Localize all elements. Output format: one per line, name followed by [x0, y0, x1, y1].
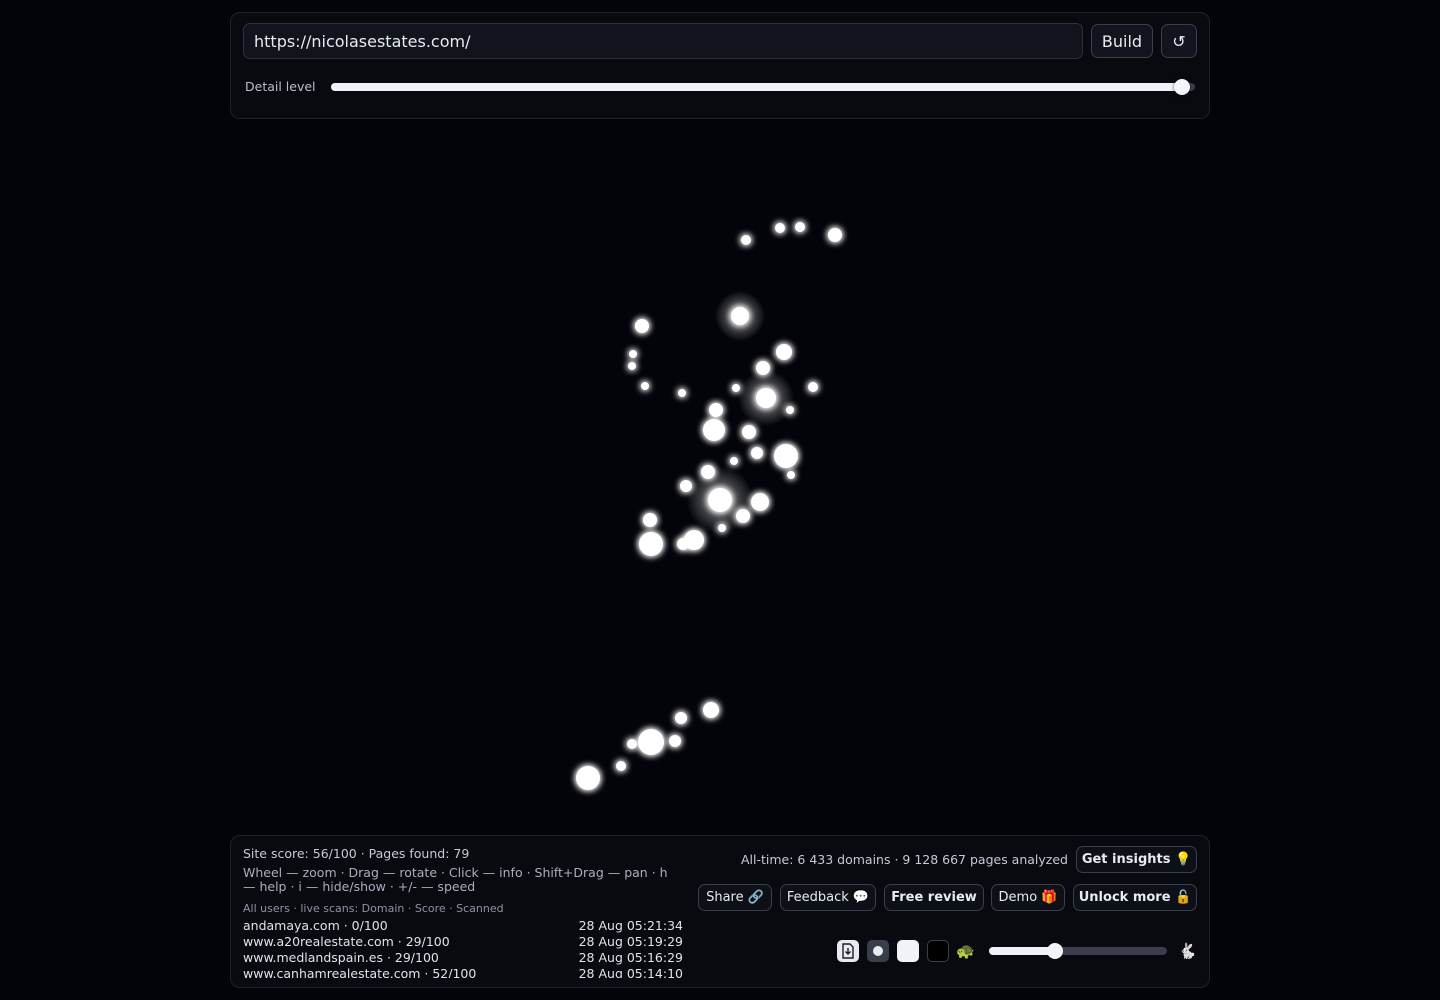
graph-nodes[interactable]	[576, 222, 842, 790]
graph-node[interactable]	[731, 307, 749, 325]
graph-node[interactable]	[616, 761, 626, 771]
scan-time: 28 Aug 05:14:10	[578, 966, 683, 978]
dot-size-small-icon[interactable]	[867, 940, 889, 962]
scan-time: 28 Aug 05:19:29	[578, 934, 683, 949]
graph-node[interactable]	[736, 509, 750, 523]
graph-node[interactable]	[669, 735, 681, 747]
scan-time: 28 Aug 05:21:34	[578, 918, 683, 933]
graph-node[interactable]	[576, 766, 600, 790]
detail-level-fill	[331, 83, 1183, 91]
turtle-icon: 🐢	[956, 942, 975, 960]
speed-slider[interactable]	[989, 943, 1167, 959]
graph-node[interactable]	[635, 319, 649, 333]
graph-node[interactable]	[708, 488, 732, 512]
theme-light-icon[interactable]	[897, 940, 919, 962]
graph-node[interactable]	[641, 382, 649, 390]
scan-domain: www.medlandspain.es · 29/100	[243, 950, 439, 965]
graph-node[interactable]	[718, 524, 726, 532]
rabbit-icon: 🐇	[1178, 942, 1197, 960]
speed-fill	[989, 947, 1055, 955]
bottom-panel: Site score: 56/100 · Pages found: 79 Whe…	[230, 835, 1210, 988]
graph-node[interactable]	[808, 382, 818, 392]
get-insights-button[interactable]: Get insights 💡	[1076, 846, 1197, 873]
speed-thumb[interactable]	[1046, 943, 1063, 959]
graph-node[interactable]	[828, 228, 842, 242]
reload-button[interactable]: ↺	[1161, 24, 1197, 58]
share-button[interactable]: Share 🔗	[698, 884, 772, 911]
live-scans-header: All users · live scans: Domain · Score ·…	[243, 902, 504, 915]
graph-node[interactable]	[627, 739, 637, 749]
graph-node[interactable]	[751, 493, 769, 511]
graph-node[interactable]	[751, 447, 763, 459]
alltime-stats: All-time: 6 433 domains · 9 128 667 page…	[740, 852, 1068, 867]
detail-level-label: Detail level	[245, 79, 316, 94]
graph-node[interactable]	[675, 712, 687, 724]
graph-node[interactable]	[787, 471, 795, 479]
scan-row[interactable]: www.a20realestate.com · 29/100 28 Aug 05…	[243, 934, 683, 950]
graph-node[interactable]	[709, 403, 723, 417]
help-text: Wheel — zoom · Drag — rotate · Click — i…	[243, 865, 668, 894]
free-review-button[interactable]: Free review	[884, 884, 984, 911]
reload-icon: ↺	[1172, 31, 1186, 51]
graph-node[interactable]	[742, 425, 756, 439]
top-panel: Build ↺ Detail level	[230, 12, 1210, 119]
graph-node[interactable]	[776, 344, 792, 360]
graph-node[interactable]	[775, 223, 785, 233]
unlock-more-button[interactable]: Unlock more 🔓	[1073, 884, 1197, 911]
scan-time: 28 Aug 05:16:29	[578, 950, 683, 965]
theme-dark-icon[interactable]	[927, 940, 949, 962]
graph-node[interactable]	[677, 538, 689, 550]
graph-node[interactable]	[756, 388, 776, 408]
scan-domain: www.a20realestate.com · 29/100	[243, 934, 450, 949]
download-icon[interactable]	[837, 940, 859, 962]
scan-row[interactable]: andamaya.com · 0/100 28 Aug 05:21:34	[243, 918, 683, 934]
url-input[interactable]	[243, 23, 1083, 59]
graph-node[interactable]	[774, 444, 798, 468]
detail-level-thumb[interactable]	[1174, 79, 1191, 95]
detail-level-slider[interactable]	[331, 79, 1195, 95]
graph-node[interactable]	[639, 532, 663, 556]
graph-node[interactable]	[638, 729, 664, 755]
scan-domain: www.canhamrealestate.com · 52/100	[243, 966, 477, 978]
graph-node[interactable]	[741, 235, 751, 245]
graph-node[interactable]	[628, 362, 636, 370]
scan-domain: andamaya.com · 0/100	[243, 918, 388, 933]
scan-row[interactable]: www.canhamrealestate.com · 52/100 28 Aug…	[243, 966, 683, 978]
graph-node[interactable]	[732, 384, 740, 392]
graph-node[interactable]	[795, 222, 805, 232]
live-scans-list: andamaya.com · 0/100 28 Aug 05:21:34 www…	[243, 918, 683, 978]
graph-node[interactable]	[703, 419, 725, 441]
graph-node[interactable]	[786, 406, 794, 414]
feedback-button[interactable]: Feedback 💬	[780, 884, 876, 911]
site-graph[interactable]	[230, 130, 1210, 830]
graph-node[interactable]	[678, 389, 686, 397]
scan-row[interactable]: www.medlandspain.es · 29/100 28 Aug 05:1…	[243, 950, 683, 966]
site-score: Site score: 56/100 · Pages found: 79	[243, 846, 470, 861]
graph-node[interactable]	[730, 457, 738, 465]
graph-node[interactable]	[629, 350, 637, 358]
demo-button[interactable]: Demo 🎁	[991, 884, 1065, 911]
graph-node[interactable]	[643, 513, 657, 527]
graph-node[interactable]	[703, 702, 719, 718]
build-button[interactable]: Build	[1091, 24, 1153, 58]
